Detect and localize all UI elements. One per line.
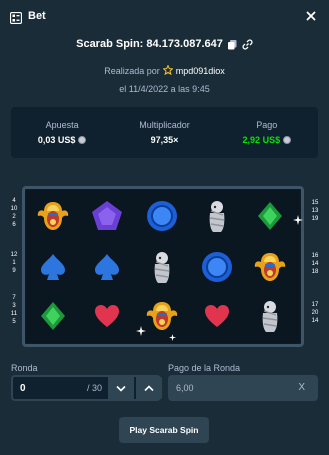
- close-button[interactable]: [303, 8, 319, 24]
- payline-number: 3: [12, 303, 16, 310]
- coin-icon: [78, 136, 87, 144]
- sparkle-icon: [136, 326, 146, 336]
- round-increment-button[interactable]: [136, 377, 162, 399]
- payline-number: 13: [311, 208, 319, 215]
- payline-number: 12: [10, 252, 18, 258]
- left-payline-numbers-bottom: 7 3 11 5: [8, 294, 20, 326]
- payout-label: Pago: [256, 120, 278, 130]
- bet-date: el 11/4/2022 a las 9:45: [119, 84, 210, 94]
- round-input[interactable]: 0 / 30: [11, 375, 162, 401]
- link-icon[interactable]: [242, 39, 253, 50]
- round-total: / 30: [87, 383, 103, 393]
- stat-payout: Pago 2,92 US$: [216, 107, 318, 158]
- close-icon: [306, 11, 316, 21]
- round-value[interactable]: 0: [20, 383, 26, 394]
- modal-title: Bet: [28, 10, 46, 22]
- wager-value: 0,03 US$: [37, 135, 76, 145]
- play-scarab-spin-button[interactable]: Play Scarab Spin: [119, 417, 209, 443]
- placed-by-row: Realizada por mpd091diox: [0, 64, 329, 77]
- sparkle-icon: [293, 215, 303, 225]
- bet-modal: Bet Scarab Spin: 84.173.087.647 Realizad…: [0, 0, 329, 455]
- spade-symbol-icon: [31, 245, 75, 289]
- payline-number: 20: [311, 310, 319, 317]
- username-link[interactable]: mpd091diox: [176, 66, 225, 76]
- diamond-symbol-icon: [31, 294, 75, 338]
- mummy-symbol-icon: [195, 194, 239, 238]
- mummy-symbol-icon: [248, 294, 292, 338]
- payline-number: 14: [311, 318, 319, 325]
- circle-symbol-icon: [195, 245, 239, 289]
- right-payline-numbers-bottom: 17 20 14: [309, 301, 321, 325]
- right-payline-numbers-top: 15 13 19: [309, 199, 321, 223]
- payline-number: 14: [311, 261, 319, 268]
- bet-slip-icon: [9, 11, 23, 25]
- payout-value-row: 2,92 US$: [243, 135, 292, 145]
- round-decrement-button[interactable]: [108, 377, 134, 399]
- stat-multiplier: Multiplicador 97,35×: [113, 107, 215, 158]
- left-payline-numbers-mid: 12 1 9: [8, 251, 20, 275]
- coin-icon: [283, 136, 292, 144]
- scarab-symbol-icon: [31, 194, 75, 238]
- left-payline-numbers-top: 4 10 2 6: [8, 197, 20, 229]
- payline-number: 1: [12, 260, 16, 267]
- payline-number: 7: [12, 295, 16, 301]
- modal-header: Bet: [0, 0, 329, 34]
- payline-number: 6: [12, 222, 16, 229]
- right-payline-numbers-mid: 16 14 18: [309, 252, 321, 276]
- wager-value-row: 0,03 US$: [38, 135, 87, 145]
- scarab-symbol-icon: [248, 245, 292, 289]
- payline-number: 17: [311, 302, 319, 308]
- payline-number: 15: [311, 200, 319, 206]
- payline-number: 10: [10, 206, 18, 213]
- payline-number: 11: [10, 311, 18, 318]
- scarab-symbol-icon: [140, 294, 184, 338]
- multiplier-label: Multiplicador: [139, 120, 190, 130]
- pentagon-symbol-icon: [85, 194, 129, 238]
- payline-number: 4: [12, 198, 16, 204]
- circle-symbol-icon: [140, 194, 184, 238]
- payline-number: 18: [311, 269, 319, 276]
- reel-grid: [26, 190, 300, 343]
- heart-symbol-icon: [85, 294, 129, 338]
- payline-number: 5: [12, 319, 16, 326]
- heart-symbol-icon: [195, 294, 239, 338]
- chevron-up-icon: [144, 384, 154, 391]
- round-payout-field: 6,00 X: [168, 375, 318, 401]
- payline-number: 2: [12, 214, 16, 221]
- bet-id: Scarab Spin: 84.173.087.647: [76, 38, 223, 50]
- spade-symbol-icon: [85, 245, 129, 289]
- placed-by-label: Realizada por: [104, 66, 160, 76]
- copy-icon[interactable]: [227, 39, 238, 50]
- mummy-symbol-icon: [140, 245, 184, 289]
- multiplier-value: 97,35×: [150, 135, 179, 145]
- diamond-symbol-icon: [248, 194, 292, 238]
- payline-number: 19: [311, 216, 319, 223]
- bet-id-row: Scarab Spin: 84.173.087.647: [0, 37, 329, 51]
- chevron-down-icon: [116, 385, 126, 392]
- wager-label: Apuesta: [45, 120, 79, 130]
- round-payout-value: 6,00: [176, 383, 194, 393]
- slot-board: 4 10 2 6 12 1 9 7 3 11 5 15 13 19 16 14 …: [0, 180, 329, 350]
- vip-star-icon: [161, 64, 174, 77]
- stat-wager: Apuesta 0,03 US$: [11, 107, 113, 158]
- round-label: Ronda: [11, 363, 38, 373]
- round-payout-label: Pago de la Ronda: [168, 363, 241, 373]
- payout-value: 2,92 US$: [242, 135, 281, 145]
- bet-stats-panel: Apuesta 0,03 US$ Multiplicador 97,35× Pa…: [11, 107, 318, 158]
- payline-number: 9: [12, 268, 16, 275]
- payline-number: 16: [311, 253, 319, 259]
- multiplier-suffix: X: [298, 382, 305, 393]
- sparkle-icon: [169, 334, 176, 341]
